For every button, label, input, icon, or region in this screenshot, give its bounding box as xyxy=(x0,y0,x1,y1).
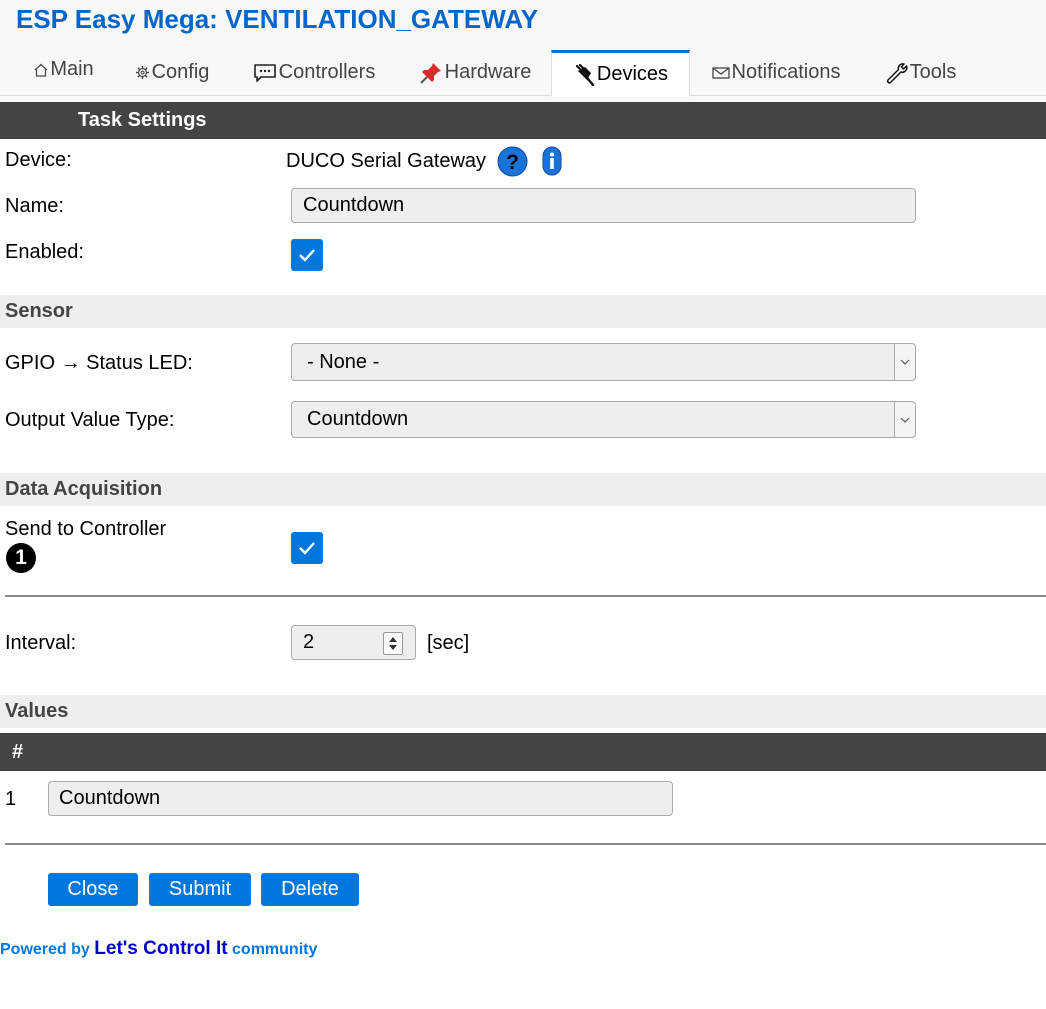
enabled-checkbox[interactable] xyxy=(291,239,323,271)
divider xyxy=(5,843,1046,845)
gpio-label: GPIO → Status LED: xyxy=(5,352,193,374)
tab-label: Hardware xyxy=(444,61,532,83)
tab-label: Main xyxy=(50,58,94,80)
spinner-arrows-icon[interactable] xyxy=(383,632,403,655)
values-table-header: # xyxy=(0,733,1046,771)
info-icon[interactable] xyxy=(542,146,562,176)
tab-label: Notifications xyxy=(731,61,841,83)
delete-button[interactable]: Delete xyxy=(261,873,359,906)
interval-value: 2 xyxy=(303,631,315,653)
tab-tools[interactable]: Tools xyxy=(882,50,958,95)
name-label: Name: xyxy=(5,195,64,217)
chat-icon xyxy=(253,63,277,83)
checkmark-icon xyxy=(299,542,315,555)
plug-icon xyxy=(573,63,595,86)
gpio-select[interactable]: - None - xyxy=(291,343,916,381)
tab-label: Config xyxy=(151,61,210,83)
value-row-index: 1 xyxy=(5,788,17,810)
footer-suffix: community xyxy=(232,941,318,958)
interval-input[interactable]: 2 xyxy=(291,625,416,660)
sensor-header: Sensor xyxy=(0,295,1046,328)
values-column-index: # xyxy=(12,740,24,763)
interval-unit: [sec] xyxy=(427,632,470,654)
gear-icon xyxy=(135,65,150,80)
sensor-title: Sensor xyxy=(5,300,73,322)
task-settings-header: Task Settings xyxy=(0,102,1046,139)
chevron-down-icon xyxy=(894,344,915,380)
interval-label: Interval: xyxy=(5,632,77,654)
chevron-down-icon xyxy=(894,402,915,437)
output-type-selected-value: Countdown xyxy=(307,408,409,430)
help-icon[interactable]: ? xyxy=(497,146,528,177)
menu-bar: Main Config Controllers Hardware Devices xyxy=(0,47,1046,97)
tab-notifications[interactable]: Notifications xyxy=(710,50,842,95)
pushpin-icon xyxy=(419,61,443,85)
svg-text:?: ? xyxy=(506,151,519,174)
tab-label: Tools xyxy=(909,61,957,83)
device-value: DUCO Serial Gateway xyxy=(286,149,487,172)
values-title: Values xyxy=(5,700,69,722)
gpio-selected-value: - None - xyxy=(307,350,380,373)
submit-button[interactable]: Submit xyxy=(149,873,251,906)
tab-controllers[interactable]: Controllers xyxy=(251,50,377,95)
output-type-label: Output Value Type: xyxy=(5,409,175,431)
tab-devices[interactable]: Devices xyxy=(551,50,690,97)
divider xyxy=(5,595,1046,597)
app-title: ESP Easy Mega: VENTILATION_GATEWAY xyxy=(16,4,539,34)
send-to-controller-label: Send to Controller xyxy=(5,518,167,540)
footer: Powered by Let's Control It community xyxy=(0,938,317,960)
enabled-label: Enabled: xyxy=(5,241,84,263)
data-acquisition-title: Data Acquisition xyxy=(5,478,163,500)
controller-number-badge: 1 xyxy=(6,543,36,573)
data-acquisition-header: Data Acquisition xyxy=(0,473,1046,506)
envelope-icon xyxy=(711,66,730,80)
tab-label: Devices xyxy=(596,63,669,85)
device-value-row: DUCO Serial Gateway ? xyxy=(286,145,562,177)
close-button[interactable]: Close xyxy=(48,873,138,906)
value-name-input[interactable]: Countdown xyxy=(48,781,673,816)
tab-main[interactable]: Main xyxy=(34,47,94,92)
output-type-select[interactable]: Countdown xyxy=(291,401,916,438)
checkmark-icon xyxy=(299,249,315,262)
footer-prefix: Powered by xyxy=(0,941,90,958)
home-icon xyxy=(34,63,48,77)
send-to-controller-checkbox[interactable] xyxy=(291,532,323,564)
tab-hardware[interactable]: Hardware xyxy=(416,50,534,95)
tab-label: Controllers xyxy=(278,61,376,83)
task-settings-title: Task Settings xyxy=(78,109,207,131)
tab-config[interactable]: Config xyxy=(133,50,211,95)
device-label: Device: xyxy=(5,149,72,171)
wrench-icon xyxy=(884,61,908,85)
name-input[interactable]: Countdown xyxy=(291,188,916,223)
footer-link[interactable]: Let's Control It xyxy=(94,938,227,959)
values-header: Values xyxy=(0,695,1046,728)
page-header: ESP Easy Mega: VENTILATION_GATEWAY Main … xyxy=(0,0,1046,102)
